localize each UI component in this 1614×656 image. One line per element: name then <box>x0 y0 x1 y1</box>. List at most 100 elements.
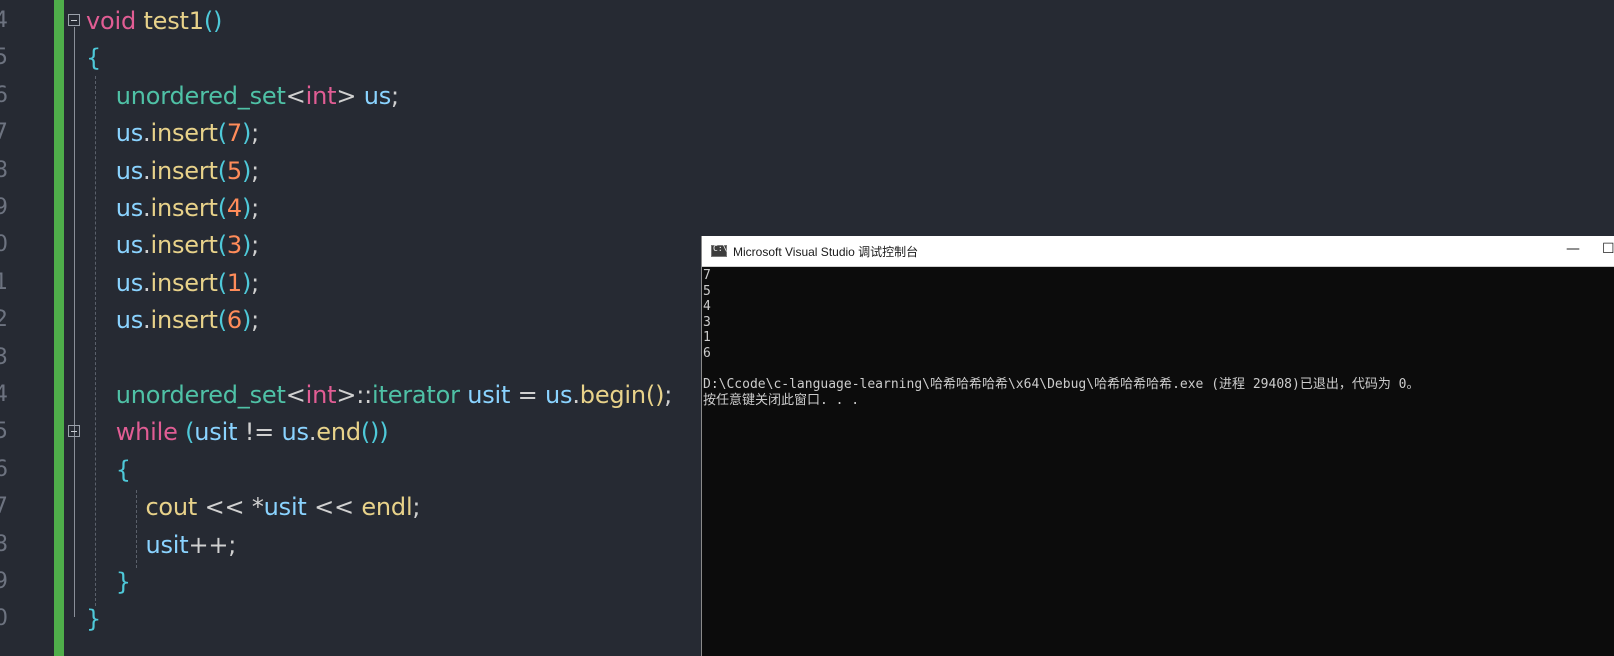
code-line[interactable]: usit++; <box>86 526 236 564</box>
line-number: 7 <box>0 494 8 520</box>
code-line[interactable]: us.insert(1); <box>86 264 260 302</box>
console-output-line: 6 <box>703 346 711 361</box>
code-token: ; <box>664 381 673 409</box>
line-number: 1 <box>0 269 8 295</box>
code-token: { <box>86 44 102 73</box>
code-line[interactable]: cout << *usit << endl; <box>86 488 420 526</box>
code-token: end <box>316 418 361 447</box>
code-token: ) <box>241 156 252 185</box>
code-token: insert <box>150 156 218 185</box>
code-token: usit <box>145 530 189 559</box>
code-token: } <box>86 605 102 634</box>
line-number: 4 <box>0 8 8 33</box>
minimize-button[interactable]: — <box>1562 241 1584 261</box>
collapse-function-icon[interactable] <box>68 14 80 26</box>
code-token: void <box>86 7 136 35</box>
line-number: 0 <box>0 606 8 632</box>
code-line[interactable]: unordered_set<int>::iterator usit = us.b… <box>86 376 673 414</box>
code-token: ) <box>241 231 252 260</box>
console-output-line: D:\Ccode\c-language-learning\哈希哈希哈希\x64\… <box>703 377 1420 393</box>
console-output-line: 按任意键关闭此窗口. . . <box>703 392 860 408</box>
line-number: 3 <box>0 344 8 370</box>
debug-console-window[interactable]: Microsoft Visual Studio 调试控制台 — ☐ 754316… <box>701 236 1614 656</box>
code-token: ( <box>217 156 227 185</box>
code-token: 1 <box>226 268 242 297</box>
code-line[interactable]: { <box>86 451 131 489</box>
code-token: < <box>285 81 306 110</box>
line-number: 8 <box>0 531 8 557</box>
code-token: { <box>115 455 131 484</box>
code-line[interactable]: us.insert(5); <box>86 152 260 190</box>
code-token: us <box>545 381 573 409</box>
console-title-bar[interactable]: Microsoft Visual Studio 调试控制台 — ☐ <box>702 236 1614 267</box>
code-token: begin <box>579 381 646 409</box>
line-number: 6 <box>0 82 8 108</box>
console-output-line: 4 <box>703 299 711 315</box>
code-token: ; <box>251 119 260 148</box>
line-number: 5 <box>0 419 8 445</box>
code-token: ; <box>251 194 260 222</box>
code-token: . <box>572 381 580 409</box>
code-token: usit <box>194 418 238 447</box>
console-output: 7 5 4 3 1 6 D:\Ccode\c-language-learning\哈希哈希哈… <box>703 268 1603 648</box>
code-token: while <box>115 418 178 447</box>
code-token: insert <box>150 194 218 222</box>
code-token: 7 <box>226 119 242 148</box>
code-line[interactable]: us.insert(6); <box>86 301 260 339</box>
console-output-line: 5 <box>703 283 711 299</box>
code-token: * <box>251 493 264 522</box>
code-token: usit <box>263 493 307 522</box>
code-token: 6 <box>226 306 242 335</box>
code-token: } <box>115 568 131 596</box>
code-line[interactable]: us.insert(7); <box>86 114 260 152</box>
line-number: 7 <box>0 120 8 146</box>
line-number: 2 <box>0 307 8 333</box>
maximize-button[interactable]: ☐ <box>1602 241 1614 261</box>
code-token: ; <box>251 156 260 185</box>
console-output-line: 3 <box>703 314 711 330</box>
code-line[interactable]: } <box>86 600 101 638</box>
code-token: << <box>197 493 252 522</box>
code-token: insert <box>150 306 218 335</box>
code-token: us <box>115 268 144 297</box>
code-line[interactable]: while (usit != us.end()) <box>86 413 389 451</box>
code-token: unordered_set <box>115 381 286 409</box>
collapse-while-icon[interactable] <box>68 425 80 437</box>
code-token: int <box>305 381 337 409</box>
code-line[interactable]: unordered_set<int> us; <box>86 77 399 115</box>
change-indicator-bar <box>54 0 64 656</box>
line-number: 6 <box>0 456 8 482</box>
code-token: insert <box>150 268 218 297</box>
code-token: ) <box>241 119 252 148</box>
code-token: us <box>115 231 144 260</box>
code-line[interactable]: us.insert(3); <box>86 226 260 264</box>
code-line[interactable]: us.insert(4); <box>86 189 260 227</box>
line-number: 5 <box>0 45 8 71</box>
console-app-icon <box>711 244 727 257</box>
code-token: cout <box>145 493 198 522</box>
fold-region-line <box>74 27 75 617</box>
code-line[interactable]: } <box>86 563 131 601</box>
code-token: ; <box>391 81 399 110</box>
code-token: ) <box>241 268 252 297</box>
code-token: 5 <box>226 156 242 185</box>
line-number: 0 <box>0 232 8 258</box>
line-number: 8 <box>0 157 8 183</box>
line-number: 4 <box>0 382 8 407</box>
code-token: insert <box>150 231 218 260</box>
code-token: 3 <box>226 231 242 260</box>
code-token: ) <box>241 306 252 335</box>
code-line[interactable]: { <box>86 39 101 77</box>
code-token: ( <box>217 231 227 260</box>
code-token: unordered_set <box>115 81 286 110</box>
code-token: ( <box>217 194 227 222</box>
code-line[interactable]: void test1() <box>86 2 222 40</box>
